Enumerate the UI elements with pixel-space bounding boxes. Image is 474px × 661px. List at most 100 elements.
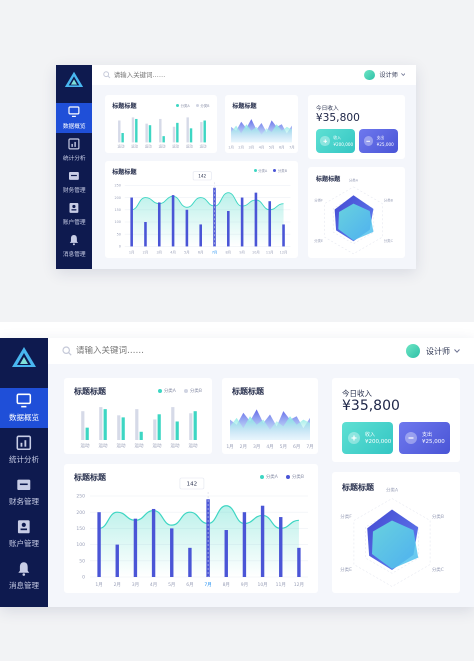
bar-series-a — [134, 119, 138, 143]
x-tick-label: 11月 — [265, 250, 273, 254]
x-tick-label: 7月 — [211, 250, 217, 254]
chevron-down-icon[interactable] — [400, 73, 406, 77]
x-tick-label: 运动 — [172, 144, 179, 149]
legend-item: 分类B — [183, 388, 202, 394]
radar-axis-label: 分类A — [349, 177, 359, 182]
y-tick-label: 250 — [114, 183, 121, 187]
nav-item-0[interactable]: 数据概览 — [0, 388, 48, 428]
monitor-icon — [16, 393, 32, 409]
nav-item-1[interactable]: 统计分析 — [0, 430, 48, 470]
user-name[interactable]: 设计师 — [380, 70, 398, 79]
x-tick-label: 运动 — [199, 144, 206, 149]
chart-icon — [16, 435, 32, 451]
minus-icon — [363, 136, 373, 146]
bar-series-b — [212, 187, 216, 247]
nav-item-0[interactable]: 数据概览 — [56, 103, 93, 134]
user-name[interactable]: 设计师 — [426, 346, 450, 357]
bar-series-a — [148, 125, 151, 143]
y-tick-label: 150 — [76, 526, 85, 532]
bar-chart: 运动 运动 运动 运动 运动 运动 运动 — [81, 407, 198, 449]
nav-item-3[interactable]: 账户管理 — [0, 514, 48, 554]
x-tick-label: 5月 — [184, 250, 190, 254]
card-title: 标题标题 — [232, 103, 257, 111]
nav-item-3[interactable]: 账户管理 — [56, 199, 92, 229]
bar-series-a — [139, 431, 143, 440]
bar-series-b — [153, 419, 157, 440]
y-tick-label: 50 — [116, 232, 120, 236]
nav-item-label: 消息管理 — [62, 251, 86, 258]
legend-dot — [157, 389, 162, 393]
search-input[interactable] — [113, 70, 251, 79]
nav-item-label: 消息管理 — [9, 581, 39, 591]
nav-item-2[interactable]: 财务管理 — [56, 167, 92, 197]
y-tick-label: 150 — [114, 208, 121, 212]
combo-chart: 0 50 100 150 200 250 1月 2月 3月 4月 5月 6月 7月 8月 9月 10月 11月 1… — [114, 171, 291, 254]
bar-series-a — [175, 421, 179, 440]
chart-icon — [68, 138, 80, 150]
sidebar: 数据概览 统计分析 财务管理 账户管理消息管理 — [0, 338, 48, 607]
expense-label: 支出 — [422, 432, 433, 438]
nav-item-label: 统计分析 — [62, 156, 86, 163]
x-tick-label: 5月 — [280, 444, 287, 450]
x-tick-label: 运动 — [189, 442, 198, 449]
x-tick-label: 12月 — [294, 582, 304, 588]
bar-chart: 运动 运动 运动 运动 运动 运动 运动 — [117, 117, 207, 149]
x-tick-label: 5月 — [168, 582, 175, 588]
combo-chart: 0 50 100 150 200 250 1月 2月 3月 4月 5月 6月 7月 8月 9月 10月 11月 1… — [76, 477, 308, 588]
bar-series-b — [117, 120, 121, 143]
user-card-icon — [68, 202, 80, 214]
x-tick-label: 6月 — [198, 250, 204, 254]
legend-dot — [195, 103, 199, 107]
x-tick-label: 1月 — [228, 146, 234, 150]
area-chart: 1月 2月 3月 4月 5月 6月 7月 — [226, 409, 314, 450]
x-tick-label: 运动 — [117, 144, 124, 149]
expense-button[interactable]: 支出 ¥25,000 — [399, 422, 450, 454]
wallet-icon — [16, 477, 32, 493]
wallet-icon — [68, 170, 80, 182]
expense-value: ¥25,000 — [376, 141, 394, 147]
avatar[interactable] — [364, 69, 375, 81]
nav-item-4[interactable]: 消息管理 — [0, 556, 48, 596]
radar-chart: 分类A 分类B 分类C 分类D 分类E 分类F — [314, 177, 394, 259]
legend-item: 分类B — [195, 103, 210, 108]
x-tick-label: 运动 — [153, 442, 162, 449]
radar-chart: 分类A 分类B 分类C 分类D 分类E 分类F — [340, 486, 444, 593]
x-tick-label: 运动 — [117, 442, 126, 449]
x-tick-label: 9月 — [241, 582, 248, 588]
x-tick-label: 运动 — [145, 144, 152, 149]
logo — [11, 346, 37, 368]
bar-series-b — [133, 518, 138, 577]
nav-item-1[interactable]: 统计分析 — [56, 135, 92, 165]
x-tick-label: 1月 — [128, 250, 134, 254]
radar-axis-label: 分类C — [384, 238, 394, 243]
nav-item-4[interactable]: 消息管理 — [56, 231, 92, 261]
card-title: 标题标题 — [112, 103, 137, 111]
bell-icon — [68, 234, 80, 246]
nav-item-2[interactable]: 财务管理 — [0, 472, 48, 512]
bar-chart-card: 标题标题 分类A 分类B 运动 运动 运动 运动 运动 运动 运动 — [104, 95, 218, 154]
radar-chart-card: 标题标题分类A分类B分类C分类D分类E分类F — [308, 166, 406, 259]
income-button[interactable]: 收入 ¥200,000 — [315, 128, 355, 154]
line-area-fill — [99, 505, 299, 577]
topbar: 设计师 — [48, 338, 474, 364]
bar-series-b — [135, 409, 139, 440]
x-tick-label: 3月 — [248, 146, 254, 150]
income-button[interactable]: 收入 ¥200,000 — [342, 422, 393, 454]
radar-axis-label: 分类D — [349, 258, 359, 259]
bar-series-b — [115, 544, 119, 577]
bar-series-b — [151, 508, 156, 577]
x-tick-label: 运动 — [158, 144, 165, 149]
radar-axis-label: 分类E — [314, 238, 323, 243]
bar-series-b — [188, 547, 192, 577]
bar-series-b — [189, 413, 193, 440]
chart-legend: 分类A 分类B — [157, 388, 202, 394]
legend-label: 分类A — [180, 103, 190, 108]
bar-series-b — [145, 123, 148, 143]
expense-button[interactable]: 支出 ¥25,000 — [359, 128, 398, 154]
avatar[interactable] — [406, 344, 420, 358]
search-input[interactable] — [76, 346, 256, 356]
bar-series-b — [226, 210, 230, 247]
bar-series-a — [189, 128, 192, 143]
tooltip-value: 142 — [187, 482, 198, 488]
chevron-down-icon[interactable] — [454, 349, 460, 353]
